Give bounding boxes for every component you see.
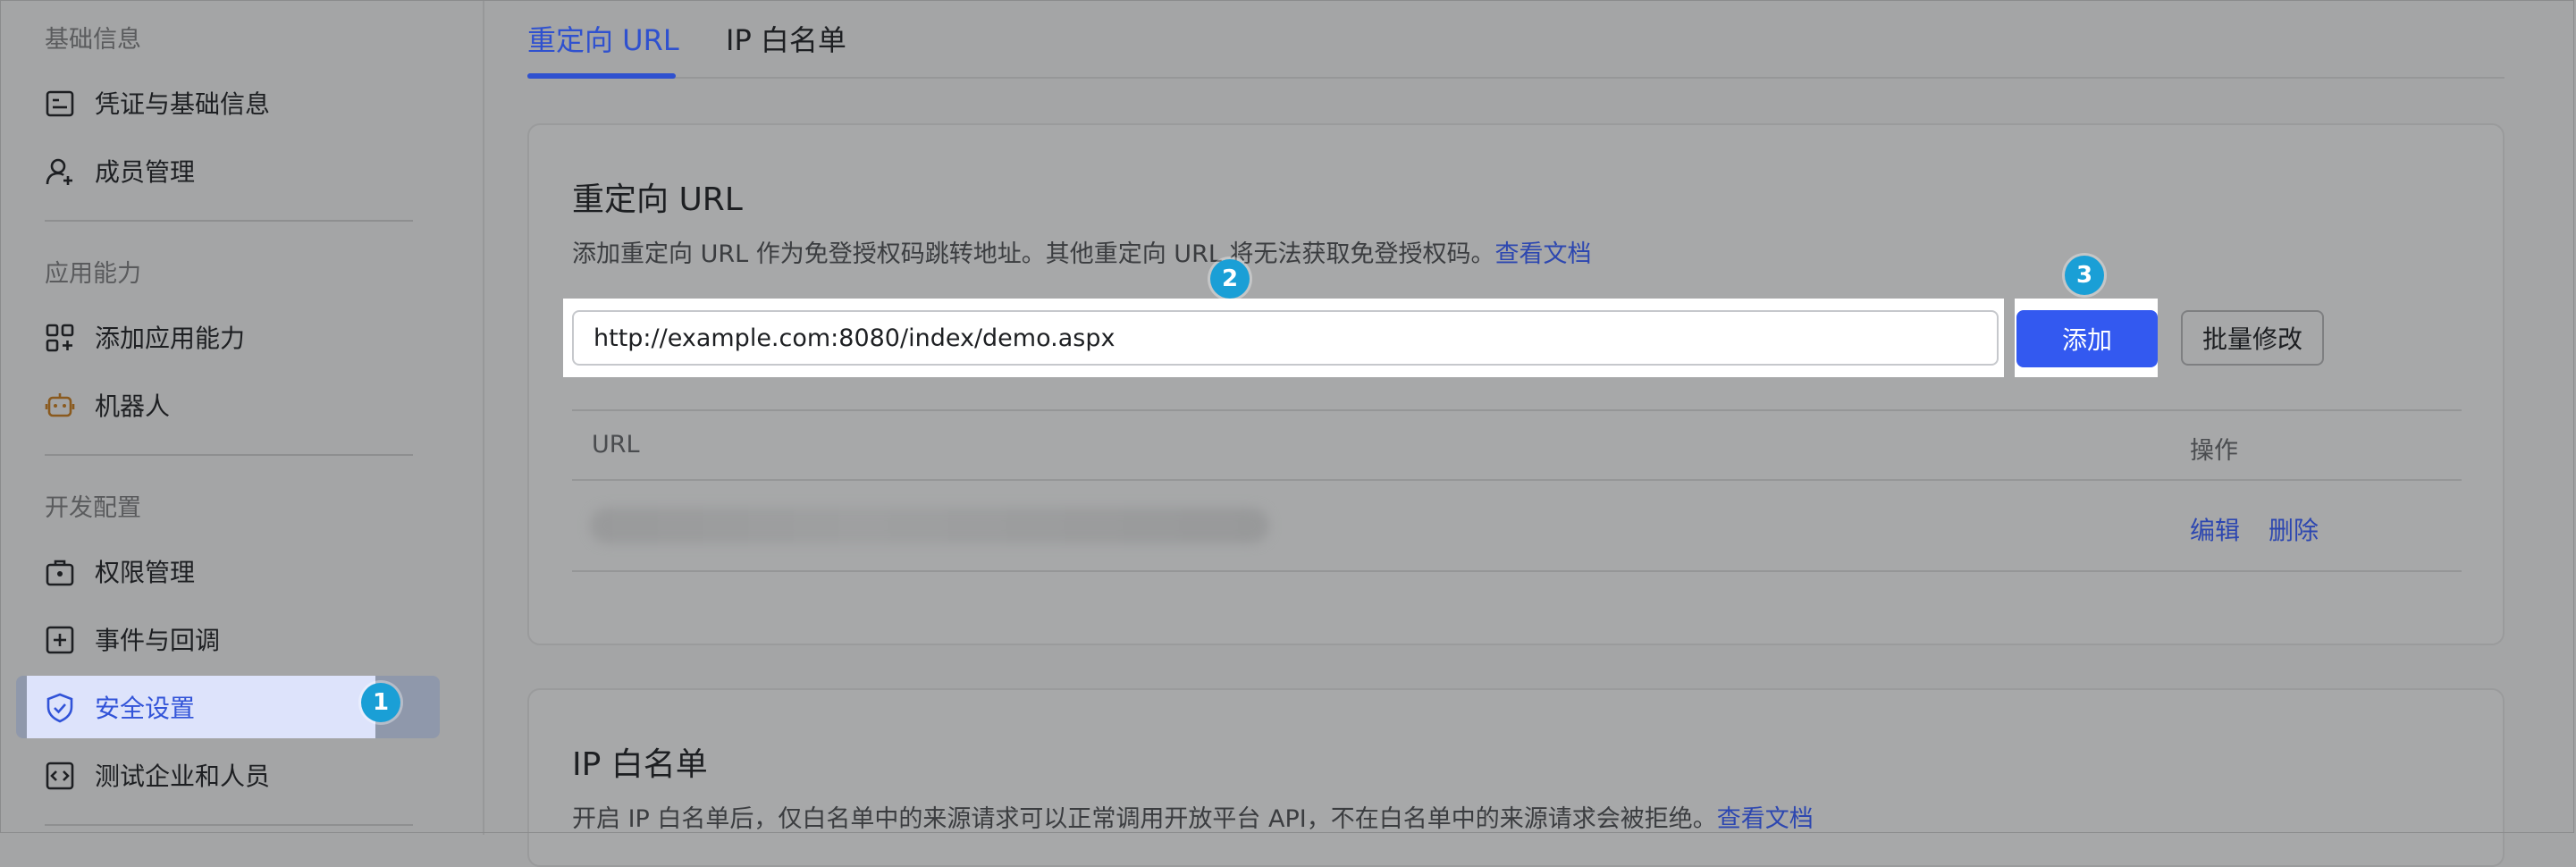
robot-icon [45, 393, 75, 417]
app-grid-add-icon [46, 324, 74, 352]
code-test-icon [46, 762, 74, 790]
card-title: 重定向 URL [572, 181, 743, 218]
sidebar-item-add-capability[interactable]: 添加应用能力 [16, 306, 440, 368]
step-badge-1: 1 [361, 683, 400, 722]
sidebar-divider [45, 454, 413, 456]
description-text: 添加重定向 URL 作为免登授权码跳转地址。其他重定向 URL 将无法获取免登授… [572, 240, 1495, 268]
ip-whitelist-card: IP 白名单 开启 IP 白名单后，仅白名单中的来源请求可以正常调用开放平台 A… [527, 688, 2504, 867]
sidebar-item-events[interactable]: 事件与回调 [16, 608, 440, 670]
tab-ip-whitelist[interactable]: IP 白名单 [726, 18, 846, 59]
sidebar-item-label: 事件与回调 [95, 626, 221, 655]
credential-card-icon [46, 90, 74, 117]
tab-redirect-url[interactable]: 重定向 URL [527, 18, 679, 59]
sidebar-item-label: 添加应用能力 [95, 324, 246, 353]
card-description: 添加重定向 URL 作为免登授权码跳转地址。其他重定向 URL 将无法获取免登授… [572, 234, 1591, 269]
description-text: 开启 IP 白名单后，仅白名单中的来源请求可以正常调用开放平台 API，不在白名… [572, 805, 1717, 833]
edit-link[interactable]: 编辑 [2190, 511, 2240, 547]
sidebar-item-members[interactable]: 成员管理 [16, 139, 440, 202]
table-top-border [572, 409, 2462, 411]
sidebar-item-label: 凭证与基础信息 [95, 89, 271, 119]
card-description: 开启 IP 白名单后，仅白名单中的来源请求可以正常调用开放平台 API，不在白名… [572, 799, 1814, 834]
table-header-url: URL [592, 431, 640, 459]
card-title: IP 白名单 [572, 746, 708, 783]
sidebar-divider [45, 824, 413, 826]
doc-link[interactable]: 查看文档 [1717, 805, 1814, 833]
batch-edit-button[interactable]: 批量修改 [2181, 310, 2324, 366]
sidebar-divider [45, 220, 413, 222]
table-header-actions: 操作 [2190, 437, 2238, 465]
blurred-url-value [590, 508, 1269, 543]
sidebar-item-label: 成员管理 [95, 157, 196, 187]
tabs-divider [527, 77, 2504, 79]
sidebar-item-label: 安全设置 [95, 694, 196, 723]
table-header-border [572, 479, 2462, 481]
section-title-dev-config: 开发配置 [45, 494, 141, 522]
doc-link[interactable]: 查看文档 [1494, 240, 1591, 268]
sidebar: 基础信息 凭证与基础信息 成员管理 应用能力 添加应用能力 机器人 开发配置 权… [0, 0, 484, 835]
table-bottom-border [572, 570, 2462, 572]
delete-link[interactable]: 删除 [2269, 511, 2319, 547]
sidebar-item-label: 权限管理 [95, 558, 196, 587]
sidebar-item-robot[interactable]: 机器人 [16, 374, 440, 436]
redirect-url-input[interactable] [572, 310, 1999, 366]
step-badge-2: 2 [1210, 259, 1250, 299]
shield-check-icon [46, 693, 73, 723]
sidebar-item-label: 测试企业和人员 [95, 762, 271, 791]
section-title-app-capabilities: 应用能力 [45, 260, 141, 288]
sidebar-item-credentials[interactable]: 凭证与基础信息 [16, 72, 440, 134]
section-title-basic-info: 基础信息 [45, 26, 141, 54]
redirect-url-card: 重定向 URL 添加重定向 URL 作为免登授权码跳转地址。其他重定向 URL … [527, 123, 2504, 645]
sidebar-item-permissions[interactable]: 权限管理 [16, 540, 440, 602]
permission-icon [46, 560, 74, 586]
add-button[interactable]: 添加 [2016, 310, 2158, 367]
event-callback-icon [46, 626, 74, 654]
sidebar-item-label: 机器人 [95, 391, 171, 421]
add-member-icon [46, 158, 72, 185]
sidebar-item-test-enterprise[interactable]: 测试企业和人员 [16, 744, 440, 806]
active-tab-indicator [527, 73, 676, 79]
step-badge-3: 3 [2065, 256, 2104, 295]
highlight-overlay [27, 676, 375, 738]
